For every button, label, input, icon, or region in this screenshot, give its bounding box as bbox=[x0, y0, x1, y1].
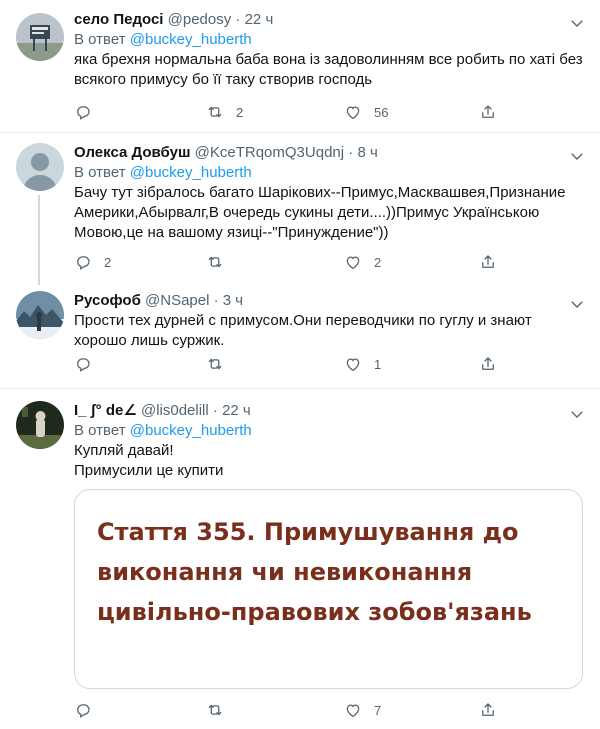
timestamp[interactable]: 3 ч bbox=[223, 292, 243, 309]
like-button[interactable]: 7 bbox=[344, 699, 381, 721]
reply-prefix: В ответ bbox=[74, 422, 126, 439]
display-name[interactable]: Олекса Довбуш bbox=[74, 144, 190, 161]
avatar-image bbox=[16, 401, 64, 449]
tweet-2[interactable]: Олекса Довбуш @KceTRqomQ3Uqdnj · 8 ч В о… bbox=[0, 133, 600, 285]
share-button[interactable] bbox=[479, 251, 497, 273]
tweet-4[interactable]: I_ ʃ° de∠ @lis0delill · 22 ч В ответ @bu… bbox=[0, 389, 600, 729]
tweet-text-line: Прости тех дурней с примусом.Они перевод… bbox=[74, 312, 532, 329]
like-count: 7 bbox=[374, 702, 382, 718]
timestamp[interactable]: 22 ч bbox=[245, 11, 274, 28]
more-icon[interactable] bbox=[568, 295, 586, 313]
reply-icon bbox=[74, 103, 92, 121]
reply-button[interactable] bbox=[74, 101, 104, 123]
reply-button[interactable]: 2 bbox=[74, 251, 111, 273]
reply-icon bbox=[74, 355, 92, 373]
share-icon bbox=[479, 253, 497, 271]
retweet-button[interactable] bbox=[206, 699, 236, 721]
tweet-text-line: всякого примусу бо її таку створив госпо… bbox=[74, 71, 373, 88]
reply-icon bbox=[74, 701, 92, 719]
reply-prefix: В ответ bbox=[74, 31, 126, 48]
tweet-3[interactable]: Русофоб @NSapel · 3 ч Прости тех дурней … bbox=[0, 285, 600, 389]
tweet-text: яка брехня нормальна баба вона із задово… bbox=[74, 50, 588, 90]
share-button[interactable] bbox=[479, 353, 497, 375]
reply-to-link[interactable]: @buckey_huberth bbox=[130, 31, 252, 48]
share-icon bbox=[479, 355, 497, 373]
like-count: 1 bbox=[374, 356, 382, 372]
tweet-text-line: яка брехня нормальна баба вона із задово… bbox=[74, 51, 583, 68]
reply-button[interactable] bbox=[74, 353, 104, 375]
tweet-text: Бачу тут зібралось багато Шарікових--При… bbox=[74, 183, 588, 243]
tweet-header: село Педосі @pedosy · 22 ч bbox=[74, 10, 588, 30]
tweet-text-line: Купляй давай! bbox=[74, 442, 174, 459]
tweet-header: Русофоб @NSapel · 3 ч bbox=[74, 291, 588, 311]
reply-context: В ответ @buckey_huberth bbox=[74, 421, 588, 441]
timestamp[interactable]: 8 ч bbox=[357, 144, 377, 161]
retweet-icon bbox=[206, 253, 224, 271]
tweet-text: Прости тех дурней с примусом.Они перевод… bbox=[74, 311, 588, 351]
reply-count: 2 bbox=[104, 254, 112, 270]
tweet-text-line: Бачу тут зібралось багато Шарікових--При… bbox=[74, 184, 566, 201]
like-icon bbox=[344, 701, 362, 719]
reply-to-link[interactable]: @buckey_huberth bbox=[130, 164, 252, 181]
thread-line bbox=[38, 195, 40, 285]
retweet-button[interactable]: 2 bbox=[206, 101, 243, 123]
share-icon bbox=[479, 103, 497, 121]
user-handle[interactable]: @NSapel bbox=[145, 292, 209, 309]
retweet-icon bbox=[206, 355, 224, 373]
separator-dot: · bbox=[348, 144, 354, 161]
avatar[interactable] bbox=[16, 13, 64, 61]
tweet-text-line: Америки,Абырвалг,В очередь сукины дети..… bbox=[74, 204, 540, 221]
like-button[interactable]: 56 bbox=[344, 101, 388, 123]
retweet-count: 2 bbox=[236, 104, 244, 120]
timestamp[interactable]: 22 ч bbox=[222, 402, 251, 419]
card-image-text: Стаття 355. Примушування до виконання чи… bbox=[97, 518, 532, 626]
user-handle[interactable]: @KceTRqomQ3Uqdnj bbox=[195, 144, 344, 161]
user-handle[interactable]: @lis0delill bbox=[141, 402, 209, 419]
like-count: 56 bbox=[374, 104, 389, 120]
like-icon bbox=[344, 355, 362, 373]
display-name[interactable]: село Педосі bbox=[74, 11, 163, 28]
default-avatar-image bbox=[16, 143, 64, 191]
tweet-text: Купляй давай! Примусили це купити bbox=[74, 441, 588, 481]
like-button[interactable]: 1 bbox=[344, 353, 381, 375]
avatar-image bbox=[16, 13, 64, 61]
avatar[interactable] bbox=[16, 401, 64, 449]
like-count: 2 bbox=[374, 254, 382, 270]
more-icon[interactable] bbox=[568, 14, 586, 32]
separator-dot: · bbox=[213, 292, 219, 309]
tweet-text-line: Примусили це купити bbox=[74, 462, 224, 479]
display-name[interactable]: I_ ʃ° de∠ bbox=[74, 402, 137, 419]
retweet-icon bbox=[206, 701, 224, 719]
more-icon[interactable] bbox=[568, 147, 586, 165]
retweet-button[interactable] bbox=[206, 353, 236, 375]
tweet-header: Олекса Довбуш @KceTRqomQ3Uqdnj · 8 ч bbox=[74, 143, 588, 163]
reply-context: В ответ @buckey_huberth bbox=[74, 163, 588, 183]
separator-dot: · bbox=[235, 11, 241, 28]
tweet-text-line: хорошо лишь суржик. bbox=[74, 332, 225, 349]
retweet-button[interactable] bbox=[206, 251, 236, 273]
tweet-header: I_ ʃ° de∠ @lis0delill · 22 ч bbox=[74, 401, 588, 421]
separator-dot: · bbox=[212, 402, 218, 419]
avatar[interactable] bbox=[16, 291, 64, 339]
tweet-text-line: Мовою,це на вашому язиці--"Принуждение")… bbox=[74, 224, 389, 241]
user-handle[interactable]: @pedosy bbox=[168, 11, 232, 28]
reply-prefix: В ответ bbox=[74, 164, 126, 181]
media-card[interactable]: Стаття 355. Примушування до виконання чи… bbox=[74, 489, 583, 689]
avatar[interactable] bbox=[16, 143, 64, 191]
reply-to-link[interactable]: @buckey_huberth bbox=[130, 422, 252, 439]
avatar-image bbox=[16, 291, 64, 339]
like-button[interactable]: 2 bbox=[344, 251, 381, 273]
reply-context: В ответ @buckey_huberth bbox=[74, 30, 588, 50]
display-name[interactable]: Русофоб bbox=[74, 292, 141, 309]
like-icon bbox=[344, 253, 362, 271]
share-icon bbox=[479, 701, 497, 719]
reply-button[interactable] bbox=[74, 699, 104, 721]
like-icon bbox=[344, 103, 362, 121]
reply-icon bbox=[74, 253, 92, 271]
share-button[interactable] bbox=[479, 699, 497, 721]
share-button[interactable] bbox=[479, 101, 497, 123]
tweet-1[interactable]: село Педосі @pedosy · 22 ч В ответ @buck… bbox=[0, 0, 600, 133]
retweet-icon bbox=[206, 103, 224, 121]
more-icon[interactable] bbox=[568, 405, 586, 423]
